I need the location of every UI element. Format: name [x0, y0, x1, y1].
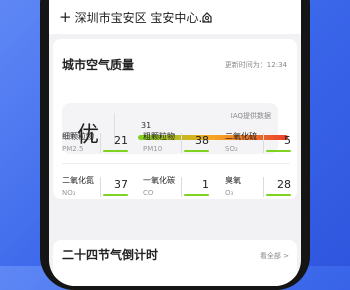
solar-term-card: 二十四节气倒计时 看全部 >	[53, 240, 297, 286]
pollutant-value: 38	[195, 134, 209, 147]
pollutant-value: 21	[114, 134, 128, 147]
update-time: 更新时间为：12:34	[224, 61, 287, 69]
divider	[181, 177, 182, 197]
pollutant-pm25[interactable]: 细颗粒物 PM2.5 21	[62, 131, 132, 162]
pollutant-name: 臭氧	[225, 176, 241, 185]
pollutant-pm10[interactable]: 粗颗粒物 PM10 38	[143, 131, 213, 162]
pollutant-value: 28	[277, 178, 291, 191]
view-all-link[interactable]: 看全部 >	[260, 251, 289, 261]
pollutant-so2[interactable]: 二氧化硫 SO₂ 5	[225, 131, 295, 162]
pollutant-value: 37	[114, 178, 128, 191]
pollutant-name: 一氧化碳	[143, 176, 175, 185]
phone-screen: + 深圳市宝安区 宝安中心… 城市空气质量 更新时间为：12:34 优 IAQ提…	[49, 0, 301, 286]
data-source: IAQ提供数据	[230, 112, 271, 120]
pollutant-value: 5	[284, 134, 291, 147]
pollutant-code: O₃	[225, 189, 234, 197]
divider	[263, 133, 264, 153]
pollutant-name: 二氧化硫	[225, 132, 257, 141]
add-city-icon[interactable]: +	[59, 9, 72, 25]
divider	[100, 177, 101, 197]
location-text[interactable]: 深圳市宝安区 宝安中心…	[75, 9, 211, 26]
pollutant-code: PM10	[143, 145, 163, 153]
pollutant-name: 二氧化氮	[62, 176, 94, 185]
level-bar	[184, 150, 209, 152]
pollutant-code: NO₂	[62, 189, 76, 197]
air-quality-title: 城市空气质量	[62, 58, 135, 72]
divider	[181, 133, 182, 153]
divider	[263, 177, 264, 197]
solar-term-title: 二十四节气倒计时	[62, 248, 159, 262]
level-bar	[266, 150, 291, 152]
pollutant-no2[interactable]: 二氧化氮 NO₂ 37	[62, 175, 132, 206]
level-bar	[266, 194, 291, 196]
divider	[62, 163, 290, 164]
pollutant-code: PM2.5	[62, 145, 84, 153]
pollutant-name: 细颗粒物	[62, 132, 94, 141]
pollutant-o3[interactable]: 臭氧 O₃ 28	[225, 175, 295, 206]
air-quality-card: 城市空气质量 更新时间为：12:34 优 IAQ提供数据 31 细颗粒物 PM2…	[53, 39, 297, 199]
divider	[100, 133, 101, 153]
location-pin-icon[interactable]	[201, 11, 213, 23]
level-bar	[103, 194, 128, 196]
level-bar	[103, 150, 128, 152]
pollutant-code: SO₂	[225, 145, 238, 153]
pollutant-co[interactable]: 一氧化碳 CO 1	[143, 175, 213, 206]
location-bar[interactable]: + 深圳市宝安区 宝安中心…	[49, 0, 301, 34]
pollutant-value: 1	[202, 178, 209, 191]
level-bar	[184, 194, 209, 196]
pollutant-code: CO	[143, 189, 154, 197]
pollutant-name: 粗颗粒物	[143, 132, 175, 141]
aqi-value: 31	[141, 121, 152, 130]
